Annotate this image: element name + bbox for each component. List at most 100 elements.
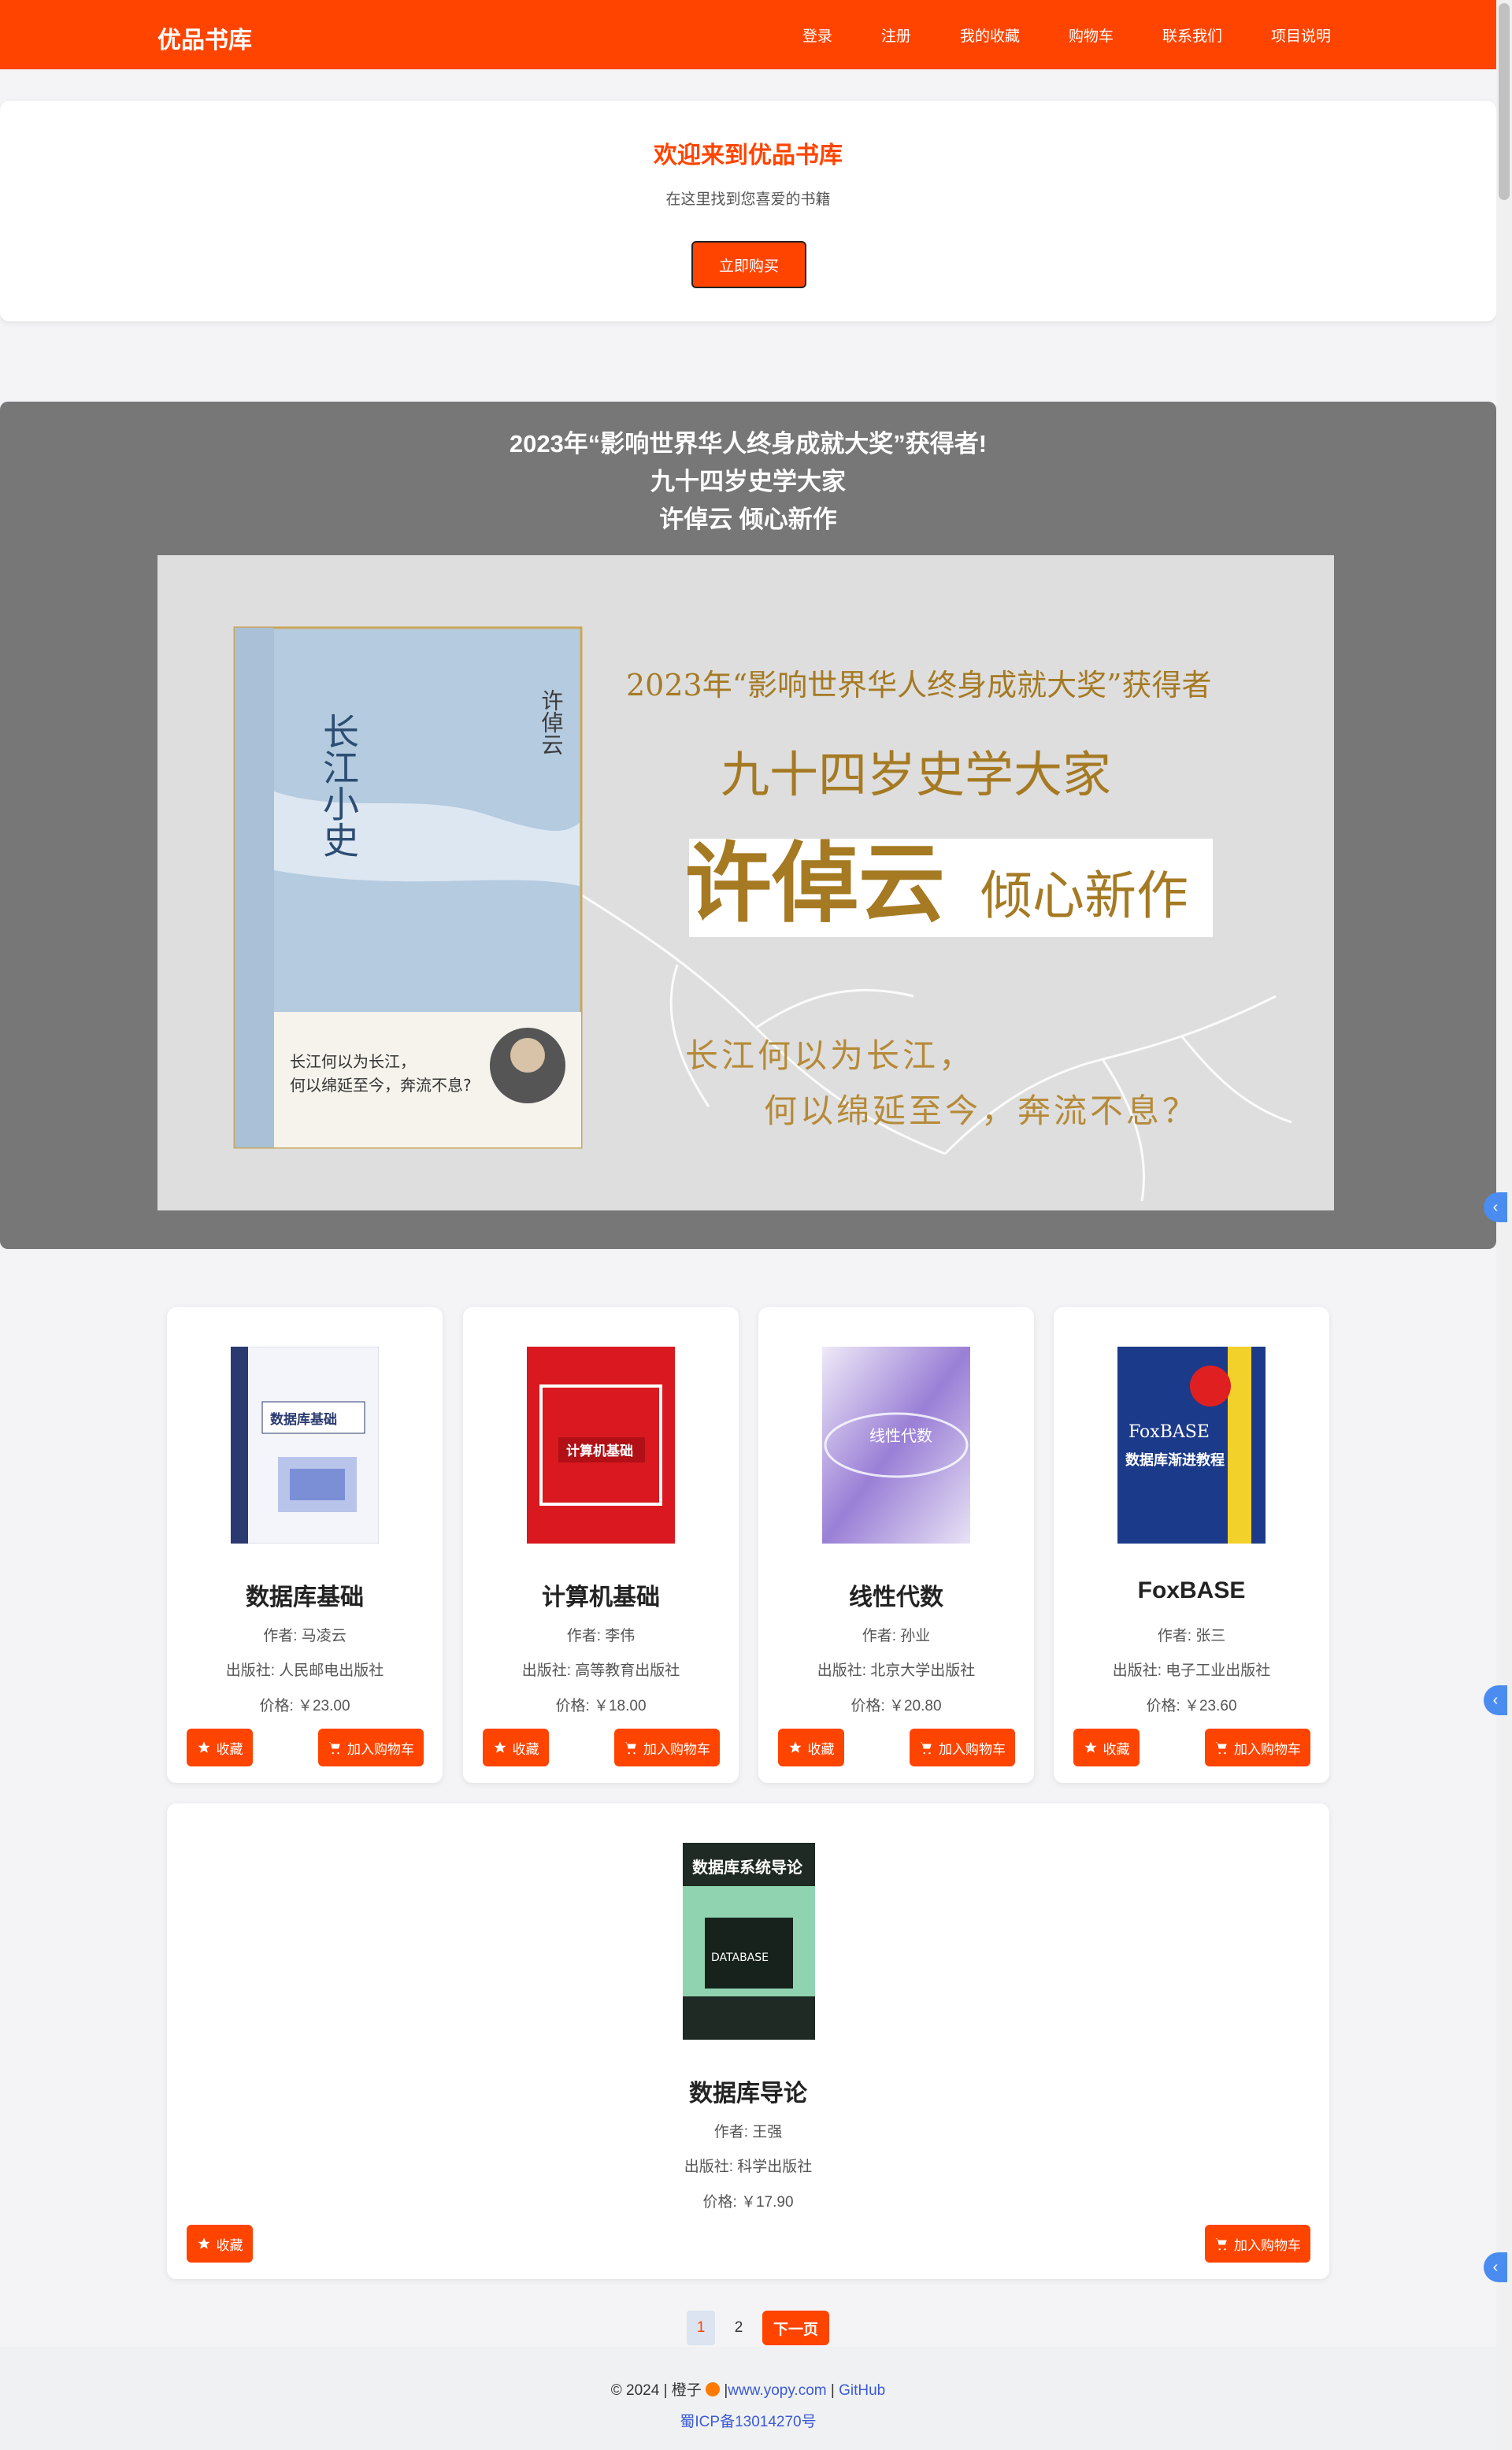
star-icon [789, 1741, 801, 1753]
icp-link[interactable]: 蜀ICP备13014270号 [680, 2414, 816, 2430]
svg-text:长江何以为长江，: 长江何以为长江， [290, 1052, 416, 1071]
next-page-button[interactable]: 下一页 [762, 2311, 830, 2345]
favorite-button[interactable]: 收藏 [778, 1729, 844, 1766]
book-price: 价格: ￥20.80 [850, 1698, 942, 1714]
book-card: 数据库基础 数据库基础 作者: 马凌云 出版社: 人民邮电出版社 价格: ￥23… [167, 1307, 443, 1783]
nav-contact[interactable]: 联系我们 [1162, 24, 1222, 46]
cart-icon [328, 1742, 340, 1755]
page-1-link[interactable]: 1 [687, 2311, 715, 2345]
book-cover[interactable]: 数据库系统导论 DATABASE [683, 1843, 831, 2040]
hero-title: 欢迎来到优品书库 [654, 143, 843, 169]
book-card: 数据库系统导论 DATABASE 数据库导论 作者: 王强 出版社: 科学出版社… [167, 1803, 1329, 2279]
favorite-button[interactable]: 收藏 [187, 2225, 253, 2263]
banner-line-2: 九十四岁史学大家 [650, 468, 846, 495]
pagination: 1 2 下一页 [687, 2311, 830, 2345]
book-title[interactable]: 数据库导论 [167, 2074, 1329, 2108]
svg-text:线性代数: 线性代数 [869, 1426, 932, 1445]
svg-text:DATABASE: DATABASE [711, 1951, 769, 1964]
github-link[interactable]: GitHub [839, 2382, 885, 2399]
star-icon [198, 2237, 209, 2249]
book-author: 作者: 马凌云 [263, 1628, 346, 1644]
add-to-cart-button[interactable]: 加入购物车 [1205, 1729, 1310, 1766]
svg-text:许倬云: 许倬云 [539, 689, 565, 755]
footer-copyright: © 2024 | 橙子 |www.yopy.com | GitHub [610, 2382, 886, 2399]
star-icon [494, 1741, 506, 1753]
svg-text:数据库渐进教程: 数据库渐进教程 [1125, 1451, 1225, 1469]
site-link[interactable]: www.yopy.com [728, 2382, 826, 2399]
svg-text:九十四岁史学大家: 九十四岁史学大家 [721, 746, 1111, 803]
banner-line-1: 2023年“影响世界华人终身成就大奖”获得者! [509, 430, 988, 458]
book-price: 价格: ￥17.90 [702, 2194, 794, 2211]
book-cover[interactable]: 计算机基础 [527, 1347, 675, 1544]
book-cover[interactable]: 线性代数 [822, 1347, 970, 1544]
book-title[interactable]: FoxBASE [1054, 1577, 1329, 1604]
page-scrollbar[interactable] [1496, 0, 1512, 2450]
nav-cart[interactable]: 购物车 [1069, 24, 1114, 46]
nav-login[interactable]: 登录 [802, 24, 832, 46]
star-icon [1084, 1741, 1096, 1753]
chevron-left-icon[interactable]: ‹ [1484, 1192, 1507, 1222]
book-author: 作者: 张三 [1157, 1628, 1226, 1644]
cart-icon [1215, 2238, 1227, 2251]
scroll-thumb[interactable] [1499, 3, 1510, 200]
book-author: 作者: 王强 [713, 2124, 783, 2141]
svg-text:许倬云: 许倬云 [685, 832, 945, 934]
book-card: FoxBASE 数据库渐进教程 FoxBASE 作者: 张三 出版社: 电子工业… [1054, 1307, 1329, 1783]
favorite-button[interactable]: 收藏 [483, 1729, 549, 1766]
svg-text:长江小史: 长江小史 [317, 713, 360, 858]
book-price: 价格: ￥23.60 [1146, 1698, 1237, 1714]
svg-text:数据库基础: 数据库基础 [270, 1411, 337, 1428]
buy-now-button[interactable]: 立即购买 [691, 241, 806, 288]
book-title[interactable]: 线性代数 [758, 1577, 1034, 1612]
top-navbar: 优品书库 登录 注册 我的收藏 购物车 联系我们 项目说明 [0, 0, 1496, 69]
add-to-cart-button[interactable]: 加入购物车 [318, 1729, 424, 1766]
cart-icon [920, 1742, 932, 1755]
book-publisher: 出版社: 科学出版社 [684, 2159, 813, 2175]
book-cover-changjiang: 长江小史 许倬云 长江何以为长江， 何以绵延至今，奔流不息? [233, 626, 583, 1149]
page-2-link[interactable]: 2 [724, 2311, 753, 2345]
book-author: 作者: 孙业 [862, 1628, 931, 1644]
nav-favorites[interactable]: 我的收藏 [960, 24, 1020, 46]
svg-text:计算机基础: 计算机基础 [566, 1443, 633, 1459]
add-to-cart-button[interactable]: 加入购物车 [910, 1729, 1015, 1766]
footer: © 2024 | 橙子 |www.yopy.com | GitHub 蜀ICP备… [0, 2347, 1496, 2450]
promo-banner: 2023年“影响世界华人终身成就大奖”获得者! 九十四岁史学大家 许倬云 倾心新… [0, 402, 1496, 1249]
footer-prefix: © 2024 | 橙子 [610, 2382, 702, 2399]
nav-links: 登录 注册 我的收藏 购物车 联系我们 项目说明 [754, 24, 1331, 46]
cart-icon [1215, 1742, 1227, 1755]
svg-text:FoxBASE: FoxBASE [1128, 1422, 1210, 1442]
svg-text:何以绵延至今，奔流不息？: 何以绵延至今，奔流不息？ [764, 1092, 1199, 1130]
book-cover[interactable]: FoxBASE 数据库渐进教程 [1117, 1347, 1266, 1544]
banner-line-3: 许倬云 倾心新作 [659, 506, 837, 533]
book-publisher: 出版社: 人民邮电出版社 [225, 1662, 384, 1679]
book-author: 作者: 李伟 [566, 1628, 636, 1644]
book-title[interactable]: 计算机基础 [463, 1577, 739, 1612]
footer-icp: 蜀ICP备13014270号 [0, 2410, 1496, 2431]
hero-section: 欢迎来到优品书库 在这里找到您喜爱的书籍 立即购买 [0, 101, 1496, 321]
nav-register[interactable]: 注册 [881, 24, 911, 46]
nav-about[interactable]: 项目说明 [1271, 24, 1331, 46]
hero-subtitle: 在这里找到您喜爱的书籍 [665, 191, 831, 208]
banner-image[interactable]: 长江小史 许倬云 长江何以为长江， 何以绵延至今，奔流不息? 2023年“影响世… [158, 555, 1334, 1210]
svg-text:数据库系统导论: 数据库系统导论 [692, 1858, 803, 1877]
book-title[interactable]: 数据库基础 [167, 1577, 443, 1612]
brand-logo[interactable]: 优品书库 [158, 20, 252, 55]
book-cover[interactable]: 数据库基础 [230, 1346, 380, 1544]
favorite-button[interactable]: 收藏 [187, 1729, 253, 1766]
book-card: 线性代数 线性代数 作者: 孙业 出版社: 北京大学出版社 价格: ￥20.80… [758, 1307, 1034, 1783]
add-to-cart-button[interactable]: 加入购物车 [1205, 2225, 1310, 2263]
svg-text:倾心新作: 倾心新作 [980, 865, 1188, 926]
book-price: 价格: ￥23.00 [259, 1698, 350, 1714]
book-publisher: 出版社: 电子工业出版社 [1112, 1662, 1271, 1679]
book-card: 计算机基础 计算机基础 作者: 李伟 出版社: 高等教育出版社 价格: ￥18.… [463, 1307, 739, 1783]
banner-artwork: 长江小史 许倬云 长江何以为长江， 何以绵延至今，奔流不息? 2023年“影响世… [158, 555, 1334, 1210]
book-price: 价格: ￥18.00 [555, 1698, 647, 1714]
chevron-left-icon[interactable]: ‹ [1484, 1685, 1507, 1715]
favorite-button[interactable]: 收藏 [1073, 1729, 1140, 1766]
add-to-cart-button[interactable]: 加入购物车 [614, 1729, 720, 1766]
book-publisher: 出版社: 北京大学出版社 [817, 1662, 976, 1679]
chevron-left-icon[interactable]: ‹ [1484, 2252, 1507, 2282]
orange-emoji-icon [706, 2382, 721, 2396]
svg-text:长江何以为长江，: 长江何以为长江， [685, 1036, 975, 1075]
star-icon [198, 1741, 209, 1753]
